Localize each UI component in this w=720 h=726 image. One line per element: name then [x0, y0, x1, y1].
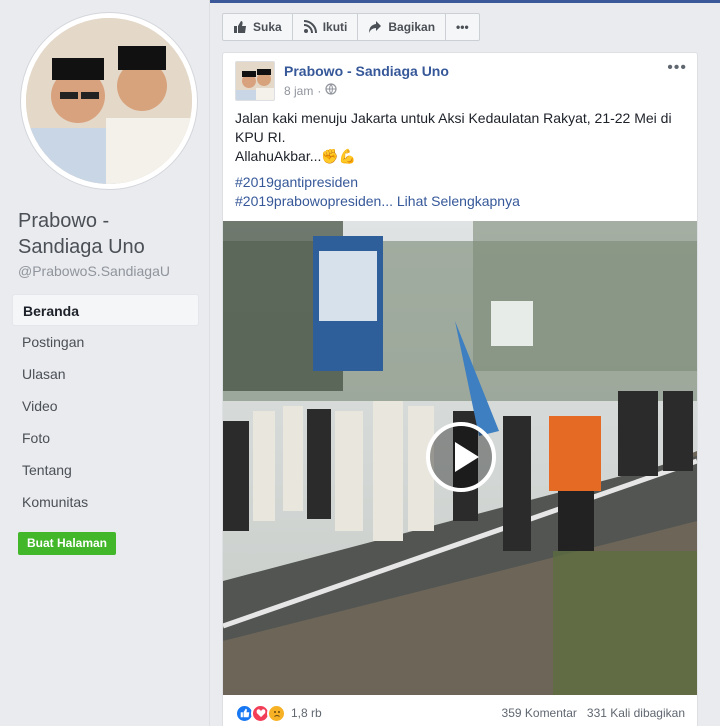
more-dots-icon: ••• — [456, 20, 469, 34]
nav-item-komunitas[interactable]: Komunitas — [12, 486, 199, 518]
engagement-stats: 359 Komentar 331 Kali dibagikan — [502, 706, 685, 720]
post-author-avatar[interactable] — [235, 61, 275, 101]
globe-icon — [325, 83, 337, 98]
more-options-button[interactable]: ••• — [446, 14, 479, 40]
sad-reaction-icon — [267, 703, 286, 723]
profile-picture[interactable] — [20, 12, 198, 190]
share-count-link[interactable]: 331 Kali dibagikan — [587, 706, 685, 720]
nav-item-postingan[interactable]: Postingan — [12, 326, 199, 358]
share-page-button[interactable]: Bagikan — [358, 14, 447, 40]
post-hashtags: #2019gantipresiden #2019prabowopresiden.… — [235, 173, 687, 211]
video-player[interactable] — [223, 221, 697, 695]
rss-icon — [303, 20, 317, 34]
post-text: Jalan kaki menuju Jakarta untuk Aksi Ked… — [235, 109, 687, 166]
page-handle[interactable]: @PrabowoS.SandiagaU — [18, 263, 170, 279]
post-card: Prabowo - Sandiaga Uno 8 jam · ••• Jalan… — [222, 52, 698, 726]
nav-item-tentang[interactable]: Tentang — [12, 454, 199, 486]
post-text-line: AllahuAkbar...✊💪 — [235, 148, 357, 164]
nav-item-beranda[interactable]: Beranda — [12, 294, 199, 326]
hashtag-link[interactable]: #2019gantipresiden — [235, 173, 687, 192]
create-page-button[interactable]: Buat Halaman — [18, 532, 116, 555]
post-meta: 8 jam · — [284, 83, 337, 98]
like-page-label: Suka — [253, 20, 282, 34]
share-arrow-icon — [368, 20, 382, 34]
hashtag-see-more-link[interactable]: #2019prabowopresiden... Lihat Selengkapn… — [235, 192, 687, 211]
like-page-button[interactable]: Suka — [223, 14, 293, 40]
post-options-button[interactable]: ••• — [667, 59, 687, 77]
page-name[interactable]: Prabowo - Sandiaga Uno — [18, 208, 198, 260]
nav-item-ulasan[interactable]: Ulasan — [12, 358, 199, 390]
nav-item-video[interactable]: Video — [12, 390, 199, 422]
follow-page-button[interactable]: Ikuti — [293, 14, 359, 40]
post-footer: 1,8 rb 359 Komentar 331 Kali dibagikan — [223, 695, 697, 726]
page-action-bar: Suka Ikuti Bagikan ••• — [222, 13, 480, 41]
page-nav: Beranda Postingan Ulasan Video Foto Tent… — [12, 294, 199, 518]
play-icon[interactable] — [426, 422, 496, 492]
share-page-label: Bagikan — [388, 20, 436, 34]
post-author-name[interactable]: Prabowo - Sandiaga Uno — [284, 63, 449, 79]
separator-dot: · — [317, 83, 322, 98]
comment-count-link[interactable]: 359 Komentar — [502, 706, 577, 720]
reaction-summary[interactable]: 1,8 rb — [235, 703, 322, 723]
thumbs-up-icon — [233, 20, 247, 34]
post-text-line: Jalan kaki menuju Jakarta untuk Aksi Ked… — [235, 110, 672, 145]
left-sidebar: Prabowo - Sandiaga Uno @PrabowoS.Sandiag… — [0, 0, 210, 726]
nav-item-foto[interactable]: Foto — [12, 422, 199, 454]
follow-page-label: Ikuti — [322, 20, 348, 34]
profile-photo — [26, 18, 192, 184]
reaction-count: 1,8 rb — [291, 706, 322, 720]
post-time[interactable]: 8 jam — [284, 84, 313, 98]
